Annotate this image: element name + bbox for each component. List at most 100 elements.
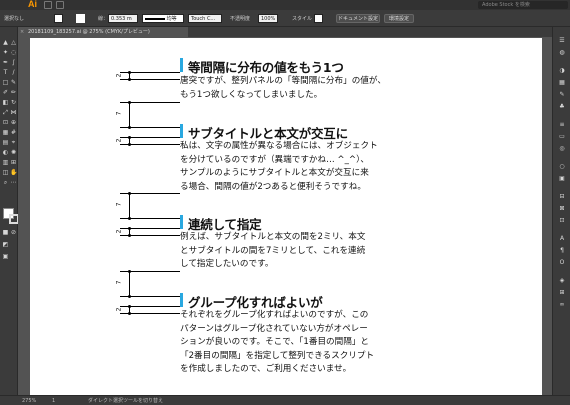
layers-panel-icon[interactable]: ◈ <box>558 277 566 285</box>
properties-panel-icon[interactable]: ☰ <box>558 37 566 45</box>
workspace-icon[interactable] <box>44 1 52 9</box>
right-panel-dock: ☰ ◍ ◑ ▦ ✎ ♣ ≡ ▭ ◎ ○ ▣ ⊟ ⊠ ⊡ A ¶ O ◈ ⊞ ∞ <box>552 27 570 395</box>
fill-color-swatch[interactable] <box>54 14 63 23</box>
transform-panel-icon[interactable]: ⊡ <box>558 217 566 225</box>
body-line: 例えば、サブタイトルと本文の間を2ミリ、本文 <box>180 232 366 242</box>
gradient-panel-icon[interactable]: ▭ <box>558 133 566 141</box>
character-panel-icon[interactable]: A <box>558 235 566 243</box>
none-color-icon[interactable]: ⊘ <box>10 229 17 236</box>
document-tab-bar: × 20181109_183257.ai @ 275% (CMYK/プレビュー) <box>18 27 552 37</box>
artboards-panel-icon[interactable]: ⊞ <box>558 289 566 297</box>
paragraph-panel-icon[interactable]: ¶ <box>558 247 566 255</box>
more-tools-icon[interactable]: ⋯ <box>10 179 17 186</box>
appearance-panel-icon[interactable]: ○ <box>558 163 566 171</box>
swatches-panel-icon[interactable]: ▦ <box>558 79 566 87</box>
section-body[interactable]: 例えば、サブタイトルと本文の間を2ミリ、本文 とサブタイトルの間を7ミリとして、… <box>180 231 365 272</box>
pencil-tool-icon[interactable]: ✏ <box>10 89 17 96</box>
stroke-profile-select[interactable]: 均等 <box>142 14 184 23</box>
links-panel-icon[interactable]: ∞ <box>558 301 566 309</box>
body-line: それぞれをグループ化すればよいのですが、この <box>180 310 369 320</box>
mesh-tool-icon[interactable]: # <box>10 129 17 136</box>
hand-tool-icon[interactable]: ✋ <box>10 169 17 176</box>
symbols-panel-icon[interactable]: ♣ <box>558 103 566 111</box>
eyedropper-icon[interactable]: ⌖ <box>10 139 17 146</box>
selection-tool-icon[interactable]: ▲ <box>2 39 9 46</box>
section-body[interactable]: 唐突ですが、整列パネルの「等間隔に分布」の値が、 もう1つ欲しくなってしまいまし… <box>180 75 386 102</box>
line-tool-icon[interactable]: / <box>10 69 17 76</box>
body-line: 「2番目の間隔」を指定して整列できるスクリプト <box>180 350 375 361</box>
eraser-icon[interactable]: ◧ <box>2 99 9 106</box>
artboard[interactable]: 2 7 2 7 2 7 2 等間隔に分布の値をもう1つ 唐突ですが、整列パネルの… <box>30 38 542 395</box>
gradient-tool-icon[interactable]: ▤ <box>2 139 9 146</box>
guide-measure-line <box>129 102 130 128</box>
width-tool-icon[interactable]: ⋈ <box>10 109 17 116</box>
free-transform-icon[interactable]: ⊡ <box>2 119 9 126</box>
stroke-panel-icon[interactable]: ≡ <box>558 121 566 129</box>
stroke-label: 線： <box>98 16 109 22</box>
rotate-tool-icon[interactable]: ↻ <box>10 99 17 106</box>
stroke-width-field[interactable]: 0.353 m <box>108 14 138 23</box>
graphic-style-swatch[interactable] <box>314 14 323 23</box>
section-title[interactable]: 等間隔に分布の値をもう1つ <box>188 57 344 76</box>
blend-tool-icon[interactable]: ◐ <box>2 149 9 156</box>
stroke-profile-label: 均等 <box>166 16 177 22</box>
guide-value-label: 7 <box>115 202 123 207</box>
paintbrush-icon[interactable]: ✎ <box>10 79 17 86</box>
arrange-icon[interactable] <box>56 1 64 9</box>
scale-tool-icon[interactable]: ⤢ <box>2 109 9 116</box>
section-body[interactable]: それぞれをグループ化すればよいのですが、この パターンはグループ化されていない方… <box>180 309 374 377</box>
guide-measure-line <box>129 271 130 297</box>
graph-tool-icon[interactable]: ▥ <box>2 159 9 166</box>
color-mode-icon[interactable]: ■ <box>2 229 9 236</box>
direct-selection-tool-icon[interactable]: △ <box>10 39 17 46</box>
pathfinder-panel-icon[interactable]: ⊠ <box>558 205 566 213</box>
stock-search-input[interactable]: Adobe Stock を検索 <box>478 1 568 9</box>
guide-dot <box>128 234 131 237</box>
zoom-tool-icon[interactable]: ⌕ <box>2 179 9 186</box>
slice-tool-icon[interactable]: ◫ <box>2 169 9 176</box>
status-bar: 275% 1 ダイレクト選択ツールを切り替え <box>0 395 570 405</box>
brush-select[interactable]: Touch C... <box>188 14 222 23</box>
curvature-tool-icon[interactable]: ∫ <box>10 59 17 66</box>
canvas[interactable]: 2 7 2 7 2 7 2 等間隔に分布の値をもう1つ 唐突ですが、整列パネルの… <box>18 37 552 395</box>
artboard-number[interactable]: 1 <box>52 397 55 405</box>
artboard-tool-icon[interactable]: ⊞ <box>10 159 17 166</box>
opentype-panel-icon[interactable]: O <box>558 259 566 267</box>
stroke-color-swatch[interactable] <box>76 14 85 23</box>
body-line: とサブタイトルの間を7ミリとして、これを連続 <box>180 245 366 256</box>
zoom-level[interactable]: 275% <box>22 397 36 405</box>
libraries-panel-icon[interactable]: ◍ <box>558 49 566 57</box>
section-body[interactable]: 私は、文字の属性が異なる場合には、オブジェクト を分けているのですが（異端ですか… <box>180 140 378 194</box>
document-tab[interactable]: × 20181109_183257.ai @ 275% (CMYK/プレビュー) <box>18 27 188 37</box>
screen-mode-icon[interactable]: ▣ <box>2 253 9 260</box>
lasso-icon[interactable]: ◌ <box>10 49 17 56</box>
color-panel-icon[interactable]: ◑ <box>558 67 566 75</box>
guide-dot <box>128 295 131 298</box>
body-line: もう1つ欲しくなってしまいました。 <box>180 89 323 100</box>
guide-dot <box>128 143 131 146</box>
opacity-field[interactable]: 100% <box>258 14 278 23</box>
shaper-tool-icon[interactable]: ✐ <box>2 89 9 96</box>
control-bar: 選択なし 線： 0.353 m 均等 Touch C... 不透明度 100% … <box>0 10 570 27</box>
perspective-grid-icon[interactable]: ▦ <box>2 129 9 136</box>
symbol-sprayer-icon[interactable]: ✺ <box>10 149 17 156</box>
rectangle-tool-icon[interactable]: □ <box>2 79 9 86</box>
graphic-styles-panel-icon[interactable]: ▣ <box>558 175 566 183</box>
align-panel-icon[interactable]: ⊟ <box>558 193 566 201</box>
magic-wand-icon[interactable]: ✦ <box>2 49 9 56</box>
guide-value-label: 2 <box>115 229 123 234</box>
guide-value-label: 2 <box>115 138 123 143</box>
draw-mode-icon[interactable]: ◩ <box>2 241 9 248</box>
section-accent-bar <box>180 58 183 72</box>
document-setup-button[interactable]: ドキュメント設定 <box>336 14 380 23</box>
type-tool-icon[interactable]: T <box>2 69 9 76</box>
preferences-button[interactable]: 環境設定 <box>384 14 414 23</box>
close-tab-icon[interactable]: × <box>20 27 24 37</box>
body-line: サンプルのようにサブタイトルと本文が交互に来 <box>180 168 369 179</box>
body-line: パターンはグループ化されていない方がオペレー <box>180 323 368 334</box>
brushes-panel-icon[interactable]: ✎ <box>558 91 566 99</box>
transparency-panel-icon[interactable]: ◎ <box>558 145 566 153</box>
pen-tool-icon[interactable]: ✒ <box>2 59 9 66</box>
shape-builder-icon[interactable]: ⊕ <box>10 119 17 126</box>
body-line: して指定したいのです。 <box>180 259 274 270</box>
